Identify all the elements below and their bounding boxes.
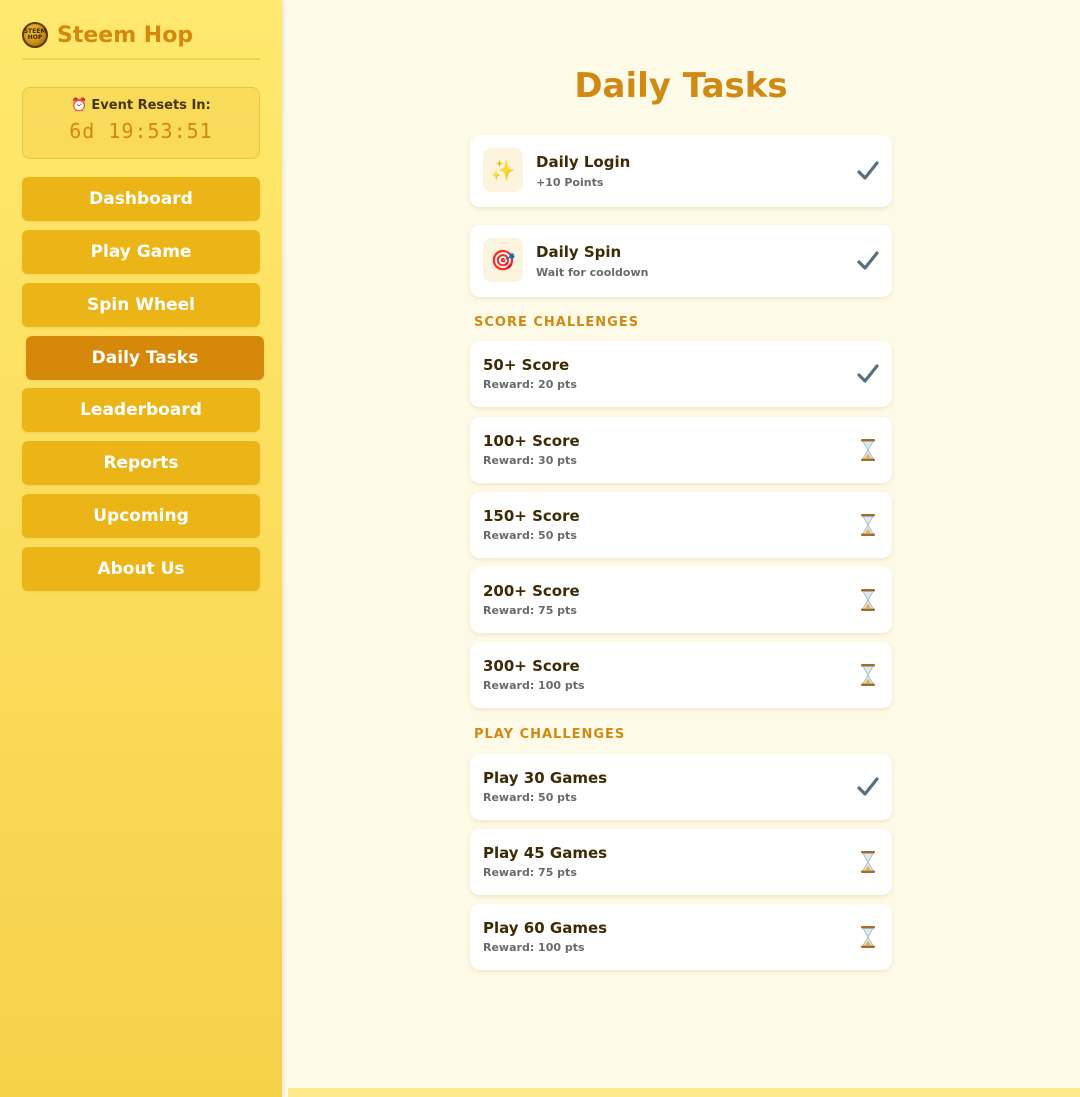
hourglass-icon [856, 663, 880, 687]
daily-spin-card: 🎯 Daily Spin Wait for cooldown [470, 225, 892, 297]
logo-text: STEEM HOP [23, 28, 47, 41]
hourglass-icon [856, 588, 880, 612]
timer-value: 6d 19:53:51 [69, 119, 213, 143]
hourglass-icon [856, 925, 880, 949]
brand[interactable]: STEEM HOP Steem Hop [22, 22, 260, 60]
checkmark-icon [856, 775, 880, 799]
challenge-reward: Reward: 50 pts [483, 791, 577, 804]
challenge-title: Play 45 Games [483, 844, 608, 862]
nav-play-game-button[interactable]: Play Game [22, 230, 260, 274]
challenge-reward: Reward: 100 pts [483, 679, 585, 692]
task-subtitle: Wait for cooldown [536, 266, 649, 279]
event-reset-timer: ⏰ Event Resets In: 6d 19:53:51 [22, 87, 260, 159]
task-title: Daily Login [536, 153, 631, 171]
challenge-reward: Reward: 30 pts [483, 454, 577, 467]
challenge-title: 50+ Score [483, 356, 570, 374]
play-challenges-heading: PLAY CHALLENGES [474, 727, 626, 742]
nav-about-us-button[interactable]: About Us [22, 547, 260, 591]
play-challenge-card: Play 60 Games Reward: 100 pts [470, 904, 892, 970]
hourglass-icon [856, 513, 880, 537]
challenge-reward: Reward: 75 pts [483, 604, 577, 617]
challenge-title: 300+ Score [483, 657, 580, 675]
daily-login-card: ✨ Daily Login +10 Points [470, 135, 892, 207]
score-challenge-card: 150+ Score Reward: 50 pts [470, 492, 892, 558]
task-title: Daily Spin [536, 243, 622, 261]
challenge-title: 200+ Score [483, 582, 580, 600]
bottom-scroll-bar [288, 1088, 1080, 1097]
page-title: Daily Tasks [574, 66, 788, 106]
challenge-title: 150+ Score [483, 507, 580, 525]
task-subtitle: +10 Points [536, 176, 604, 189]
timer-label-row: ⏰ Event Resets In: [23, 98, 259, 113]
challenge-reward: Reward: 75 pts [483, 866, 577, 879]
nav-reports-button[interactable]: Reports [22, 441, 260, 485]
sidebar: STEEM HOP Steem Hop ⏰ Event Resets In: 6… [0, 0, 282, 1097]
sparkles-icon: ✨ [483, 148, 523, 192]
challenge-title: Play 60 Games [483, 919, 608, 937]
timer-label: Event Resets In: [91, 98, 211, 113]
hourglass-icon [856, 850, 880, 874]
play-challenge-card: Play 30 Games Reward: 50 pts [470, 754, 892, 820]
nav-upcoming-button[interactable]: Upcoming [22, 494, 260, 538]
challenge-title: 100+ Score [483, 432, 580, 450]
play-challenge-card: Play 45 Games Reward: 75 pts [470, 829, 892, 895]
score-challenges-heading: SCORE CHALLENGES [474, 315, 640, 330]
score-challenge-card: 200+ Score Reward: 75 pts [470, 567, 892, 633]
challenge-reward: Reward: 20 pts [483, 378, 577, 391]
nav-dashboard-button[interactable]: Dashboard [22, 177, 260, 221]
challenge-title: Play 30 Games [483, 769, 608, 787]
nav-daily-tasks-button[interactable]: Daily Tasks [26, 336, 264, 380]
hourglass-icon [856, 438, 880, 462]
score-challenge-card: 100+ Score Reward: 30 pts [470, 417, 892, 483]
score-challenge-card: 300+ Score Reward: 100 pts [470, 642, 892, 708]
alarm-clock-icon: ⏰ [71, 98, 88, 113]
checkmark-icon [856, 159, 880, 183]
challenge-reward: Reward: 100 pts [483, 941, 585, 954]
steem-hop-logo-icon: STEEM HOP [22, 22, 48, 48]
app-name: Steem Hop [57, 23, 194, 48]
target-icon: 🎯 [483, 238, 523, 282]
checkmark-icon [856, 362, 880, 386]
challenge-reward: Reward: 50 pts [483, 529, 577, 542]
nav-spin-wheel-button[interactable]: Spin Wheel [22, 283, 260, 327]
score-challenge-card: 50+ Score Reward: 20 pts [470, 341, 892, 407]
checkmark-icon [856, 249, 880, 273]
nav-leaderboard-button[interactable]: Leaderboard [22, 388, 260, 432]
